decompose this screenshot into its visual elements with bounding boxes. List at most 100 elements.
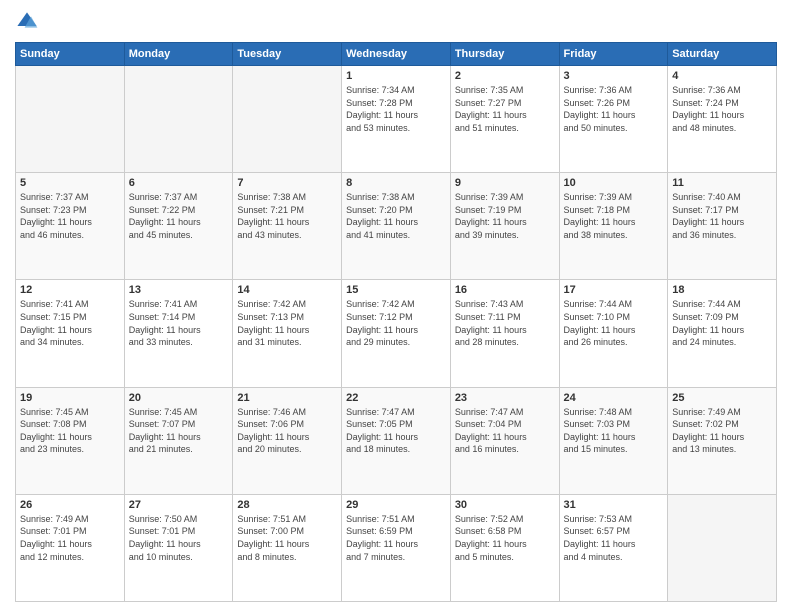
day-number: 3 xyxy=(564,70,664,82)
calendar-cell: 7Sunrise: 7:38 AM Sunset: 7:21 PM Daylig… xyxy=(233,173,342,280)
weekday-header-saturday: Saturday xyxy=(668,43,777,66)
calendar-cell xyxy=(233,66,342,173)
calendar-cell: 19 Sunrise: 7:45 AM Sunset: 7:08 PM Dayli… xyxy=(16,387,125,494)
calendar-cell: 20 Sunrise: 7:45 AM Sunset: 7:07 PM Dayli… xyxy=(124,387,233,494)
day-number: 28 xyxy=(237,499,337,511)
calendar-cell: 29 Sunrise: 7:51 AM Sunset: 6:59 PM Dayli… xyxy=(342,494,451,601)
day-number: 2 xyxy=(455,70,555,82)
day-info: Sunrise: 7:38 AM Sunset: 7:21 PM Dayligh… xyxy=(237,191,337,241)
calendar-cell: 5 Sunrise: 7:37 AM Sunset: 7:23 PM Daylig… xyxy=(16,173,125,280)
day-info: Sunrise: 7:40 AM Sunset: 7:17 PM Dayligh… xyxy=(672,191,772,241)
day-info: Sunrise: 7:46 AM Sunset: 7:06 PM Dayligh… xyxy=(237,406,337,456)
weekday-header-tuesday: Tuesday xyxy=(233,43,342,66)
day-info: Sunrise: 7:44 AM Sunset: 7:10 PM Dayligh… xyxy=(564,298,664,348)
calendar-cell: 15 Sunrise: 7:42 AM Sunset: 7:12 PM Dayli… xyxy=(342,280,451,387)
day-info: Sunrise: 7:45 AM Sunset: 7:08 PM Dayligh… xyxy=(20,406,120,456)
day-info: Sunrise: 7:37 AM Sunset: 7:22 PM Dayligh… xyxy=(129,191,229,241)
day-number: 29 xyxy=(346,499,446,511)
calendar-cell: 14 Sunrise: 7:42 AM Sunset: 7:13 PM Dayli… xyxy=(233,280,342,387)
calendar-cell: 28 Sunrise: 7:51 AM Sunset: 7:00 PM Dayli… xyxy=(233,494,342,601)
calendar-cell: 1 Sunrise: 7:34 AM Sunset: 7:28 PM Daylig… xyxy=(342,66,451,173)
day-info: Sunrise: 7:39 AM Sunset: 7:18 PM Dayligh… xyxy=(564,191,664,241)
day-number: 9 xyxy=(455,177,555,189)
day-info: Sunrise: 7:52 AM Sunset: 6:58 PM Dayligh… xyxy=(455,513,555,563)
calendar-cell: 22 Sunrise: 7:47 AM Sunset: 7:05 PM Dayli… xyxy=(342,387,451,494)
calendar-cell: 10 Sunrise: 7:39 AM Sunset: 7:18 PM Dayli… xyxy=(559,173,668,280)
day-info: Sunrise: 7:42 AM Sunset: 7:12 PM Dayligh… xyxy=(346,298,446,348)
day-info: Sunrise: 7:43 AM Sunset: 7:11 PM Dayligh… xyxy=(455,298,555,348)
day-info: Sunrise: 7:47 AM Sunset: 7:04 PM Dayligh… xyxy=(455,406,555,456)
day-number: 25 xyxy=(672,392,772,404)
calendar-cell xyxy=(668,494,777,601)
calendar-cell: 16 Sunrise: 7:43 AM Sunset: 7:11 PM Dayli… xyxy=(450,280,559,387)
day-info: Sunrise: 7:50 AM Sunset: 7:01 PM Dayligh… xyxy=(129,513,229,563)
day-info: Sunrise: 7:49 AM Sunset: 7:02 PM Dayligh… xyxy=(672,406,772,456)
calendar-cell: 3 Sunrise: 7:36 AM Sunset: 7:26 PM Daylig… xyxy=(559,66,668,173)
calendar-cell: 4Sunrise: 7:36 AM Sunset: 7:24 PM Daylig… xyxy=(668,66,777,173)
day-number: 20 xyxy=(129,392,229,404)
calendar-cell: 6 Sunrise: 7:37 AM Sunset: 7:22 PM Daylig… xyxy=(124,173,233,280)
weekday-header-wednesday: Wednesday xyxy=(342,43,451,66)
day-info: Sunrise: 7:38 AM Sunset: 7:20 PM Dayligh… xyxy=(346,191,446,241)
calendar-cell: 27 Sunrise: 7:50 AM Sunset: 7:01 PM Dayli… xyxy=(124,494,233,601)
day-number: 11 xyxy=(672,177,772,189)
day-number: 24 xyxy=(564,392,664,404)
day-info: Sunrise: 7:42 AM Sunset: 7:13 PM Dayligh… xyxy=(237,298,337,348)
calendar-cell: 11 Sunrise: 7:40 AM Sunset: 7:17 PM Dayli… xyxy=(668,173,777,280)
day-info: Sunrise: 7:34 AM Sunset: 7:28 PM Dayligh… xyxy=(346,84,446,134)
day-number: 17 xyxy=(564,284,664,296)
day-info: Sunrise: 7:45 AM Sunset: 7:07 PM Dayligh… xyxy=(129,406,229,456)
calendar-cell: 24 Sunrise: 7:48 AM Sunset: 7:03 PM Dayli… xyxy=(559,387,668,494)
calendar-cell: 18 Sunrise: 7:44 AM Sunset: 7:09 PM Dayli… xyxy=(668,280,777,387)
day-info: Sunrise: 7:51 AM Sunset: 7:00 PM Dayligh… xyxy=(237,513,337,563)
day-info: Sunrise: 7:35 AM Sunset: 7:27 PM Dayligh… xyxy=(455,84,555,134)
day-info: Sunrise: 7:41 AM Sunset: 7:14 PM Dayligh… xyxy=(129,298,229,348)
day-info: Sunrise: 7:51 AM Sunset: 6:59 PM Dayligh… xyxy=(346,513,446,563)
logo-icon xyxy=(15,10,39,34)
weekday-header-friday: Friday xyxy=(559,43,668,66)
calendar-table: SundayMondayTuesdayWednesdayThursdayFrid… xyxy=(15,42,777,602)
day-info: Sunrise: 7:36 AM Sunset: 7:24 PM Dayligh… xyxy=(672,84,772,134)
day-info: Sunrise: 7:44 AM Sunset: 7:09 PM Dayligh… xyxy=(672,298,772,348)
day-number: 21 xyxy=(237,392,337,404)
day-number: 14 xyxy=(237,284,337,296)
weekday-header-thursday: Thursday xyxy=(450,43,559,66)
day-info: Sunrise: 7:41 AM Sunset: 7:15 PM Dayligh… xyxy=(20,298,120,348)
day-number: 6 xyxy=(129,177,229,189)
day-info: Sunrise: 7:36 AM Sunset: 7:26 PM Dayligh… xyxy=(564,84,664,134)
day-number: 19 xyxy=(20,392,120,404)
day-info: Sunrise: 7:53 AM Sunset: 6:57 PM Dayligh… xyxy=(564,513,664,563)
day-number: 22 xyxy=(346,392,446,404)
calendar-cell: 8 Sunrise: 7:38 AM Sunset: 7:20 PM Daylig… xyxy=(342,173,451,280)
day-info: Sunrise: 7:48 AM Sunset: 7:03 PM Dayligh… xyxy=(564,406,664,456)
day-number: 12 xyxy=(20,284,120,296)
calendar-cell xyxy=(124,66,233,173)
calendar-cell xyxy=(16,66,125,173)
day-number: 13 xyxy=(129,284,229,296)
day-info: Sunrise: 7:49 AM Sunset: 7:01 PM Dayligh… xyxy=(20,513,120,563)
weekday-header-monday: Monday xyxy=(124,43,233,66)
calendar-cell: 9 Sunrise: 7:39 AM Sunset: 7:19 PM Daylig… xyxy=(450,173,559,280)
day-number: 16 xyxy=(455,284,555,296)
day-info: Sunrise: 7:39 AM Sunset: 7:19 PM Dayligh… xyxy=(455,191,555,241)
logo xyxy=(15,10,43,34)
day-number: 1 xyxy=(346,70,446,82)
calendar-cell: 12 Sunrise: 7:41 AM Sunset: 7:15 PM Dayli… xyxy=(16,280,125,387)
day-number: 10 xyxy=(564,177,664,189)
day-number: 18 xyxy=(672,284,772,296)
header xyxy=(15,10,777,34)
day-info: Sunrise: 7:37 AM Sunset: 7:23 PM Dayligh… xyxy=(20,191,120,241)
day-number: 23 xyxy=(455,392,555,404)
day-number: 26 xyxy=(20,499,120,511)
day-number: 5 xyxy=(20,177,120,189)
day-number: 15 xyxy=(346,284,446,296)
calendar-cell: 23 Sunrise: 7:47 AM Sunset: 7:04 PM Dayli… xyxy=(450,387,559,494)
calendar-cell: 26 Sunrise: 7:49 AM Sunset: 7:01 PM Dayli… xyxy=(16,494,125,601)
calendar-cell: 25 Sunrise: 7:49 AM Sunset: 7:02 PM Dayli… xyxy=(668,387,777,494)
day-number: 8 xyxy=(346,177,446,189)
day-info: Sunrise: 7:47 AM Sunset: 7:05 PM Dayligh… xyxy=(346,406,446,456)
day-number: 30 xyxy=(455,499,555,511)
calendar-cell: 17 Sunrise: 7:44 AM Sunset: 7:10 PM Dayli… xyxy=(559,280,668,387)
calendar-cell: 2 Sunrise: 7:35 AM Sunset: 7:27 PM Daylig… xyxy=(450,66,559,173)
day-number: 27 xyxy=(129,499,229,511)
